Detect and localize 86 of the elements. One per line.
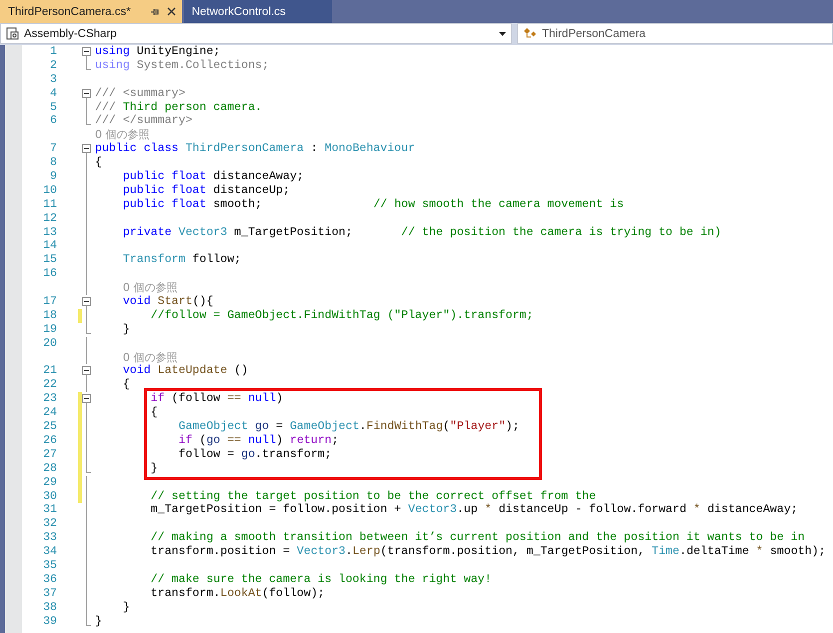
code-line: /// Third person camera. bbox=[95, 100, 262, 114]
line-number: 25 bbox=[43, 420, 57, 434]
code-line: follow = go.transform; bbox=[178, 448, 332, 462]
code-line: void LateUpdate () bbox=[122, 364, 248, 378]
code-line: //follow = GameObject.FindWithTag ("Player").transform; bbox=[150, 308, 534, 323]
collapse-icon[interactable] bbox=[82, 144, 91, 154]
code-line: if (follow == null) bbox=[150, 392, 283, 406]
file-tab[interactable]: ThirdPersonCamera.cs* bbox=[0, 0, 182, 23]
line-number: 22 bbox=[43, 378, 57, 392]
line-number: 24 bbox=[43, 406, 57, 420]
collapse-icon[interactable] bbox=[82, 394, 91, 404]
code-line: if (go == null) return; bbox=[178, 434, 339, 448]
code-line: // making a smooth transition between it’s current position and the position it wants to be in bbox=[150, 531, 805, 546]
code-line: private Vector3 m_TargetPosition; // the position the camera is trying to be in) bbox=[122, 226, 722, 240]
line-number: 7 bbox=[50, 142, 57, 156]
class-icon bbox=[523, 27, 537, 40]
line-number: 15 bbox=[43, 253, 57, 266]
line-number: 10 bbox=[43, 184, 57, 197]
collapse-icon[interactable] bbox=[82, 47, 91, 56]
project-dropdown[interactable]: Assembly-CSharp bbox=[0, 23, 512, 44]
line-number: 9 bbox=[50, 170, 57, 184]
fold-end-icon bbox=[86, 58, 91, 70]
code-line: m_TargetPosition = follow.position + Vector3.up * distanceUp - follow.forward * distanceAway; bbox=[150, 503, 798, 518]
collapse-icon[interactable] bbox=[82, 297, 91, 306]
code-line: /// </summary> bbox=[95, 114, 192, 128]
code-line: public class ThirdPersonCamera : MonoBehaviour bbox=[95, 142, 416, 156]
caret-icon[interactable] bbox=[499, 32, 506, 36]
line-number: 37 bbox=[43, 586, 57, 600]
line-number: 21 bbox=[43, 364, 57, 378]
line-number: 16 bbox=[43, 267, 57, 280]
code-line: void Start(){ bbox=[122, 295, 214, 309]
line-number: 14 bbox=[43, 239, 57, 252]
line-number: 38 bbox=[43, 600, 57, 614]
code-line: GameObject go = GameObject.FindWithTag("Player"); bbox=[178, 420, 520, 434]
code-line: } bbox=[150, 462, 158, 476]
code-line: public float distanceAway; bbox=[122, 170, 304, 184]
code-line: using UnityEngine; bbox=[95, 45, 220, 59]
line-number: 30 bbox=[43, 490, 57, 502]
line-number: 11 bbox=[43, 198, 57, 211]
code-line: { bbox=[150, 406, 158, 420]
line-number: 3 bbox=[50, 72, 57, 86]
line-number: 32 bbox=[43, 517, 57, 530]
line-number: 36 bbox=[43, 572, 57, 586]
file-tab[interactable]: NetworkControl.cs bbox=[184, 0, 332, 23]
type-dropdown[interactable]: ThirdPersonCamera bbox=[517, 23, 833, 44]
collapse-icon[interactable] bbox=[82, 88, 91, 98]
code-line: } bbox=[122, 322, 130, 337]
line-number: 29 bbox=[43, 476, 57, 489]
pin-icon[interactable] bbox=[150, 6, 160, 16]
line-number: 20 bbox=[43, 336, 57, 350]
line-number: 2 bbox=[50, 58, 57, 72]
close-icon[interactable] bbox=[166, 7, 176, 16]
line-number: 4 bbox=[50, 86, 57, 100]
line-number: 1 bbox=[50, 45, 57, 58]
code-line: /// <summary> bbox=[95, 86, 186, 101]
line-number: 8 bbox=[50, 156, 57, 170]
line-number: 23 bbox=[43, 392, 57, 406]
line-number: 18 bbox=[43, 308, 57, 322]
line-number: 5 bbox=[50, 100, 57, 114]
line-number: 33 bbox=[43, 531, 57, 544]
line-number: 13 bbox=[43, 226, 57, 239]
code-line: public float smooth; // how smooth the camera movement is bbox=[122, 198, 624, 212]
line-number: 12 bbox=[43, 212, 57, 225]
line-number: 35 bbox=[43, 558, 57, 572]
code-line: } bbox=[122, 600, 130, 615]
code-line: public float distanceUp; bbox=[122, 184, 290, 198]
code-line: transform.position = Vector3.Lerp(transform.position, m_TargetPosition, Time.deltaTime * smooth); bbox=[150, 545, 826, 559]
line-number: 31 bbox=[43, 503, 57, 516]
code-line: { bbox=[122, 378, 130, 392]
code-line: } bbox=[95, 614, 102, 628]
line-number: 19 bbox=[43, 322, 57, 336]
code-line: { bbox=[95, 156, 102, 170]
line-number: 6 bbox=[50, 114, 57, 128]
code-line: // make sure the camera is looking the right way! bbox=[150, 572, 492, 587]
line-number: 39 bbox=[43, 614, 57, 628]
code-line: using System.Collections; bbox=[95, 58, 269, 73]
code-line: transform.LookAt(follow); bbox=[150, 586, 325, 601]
line-number: 26 bbox=[43, 434, 57, 447]
collapse-icon[interactable] bbox=[82, 366, 91, 376]
code-line: Transform follow; bbox=[122, 253, 242, 268]
code-line: // setting the target position to be the correct offset from the bbox=[150, 490, 596, 504]
line-number: 27 bbox=[43, 448, 57, 461]
assembly-icon bbox=[6, 27, 19, 40]
line-number: 17 bbox=[43, 295, 57, 308]
line-number: 34 bbox=[43, 545, 57, 558]
line-number: 28 bbox=[43, 462, 57, 475]
